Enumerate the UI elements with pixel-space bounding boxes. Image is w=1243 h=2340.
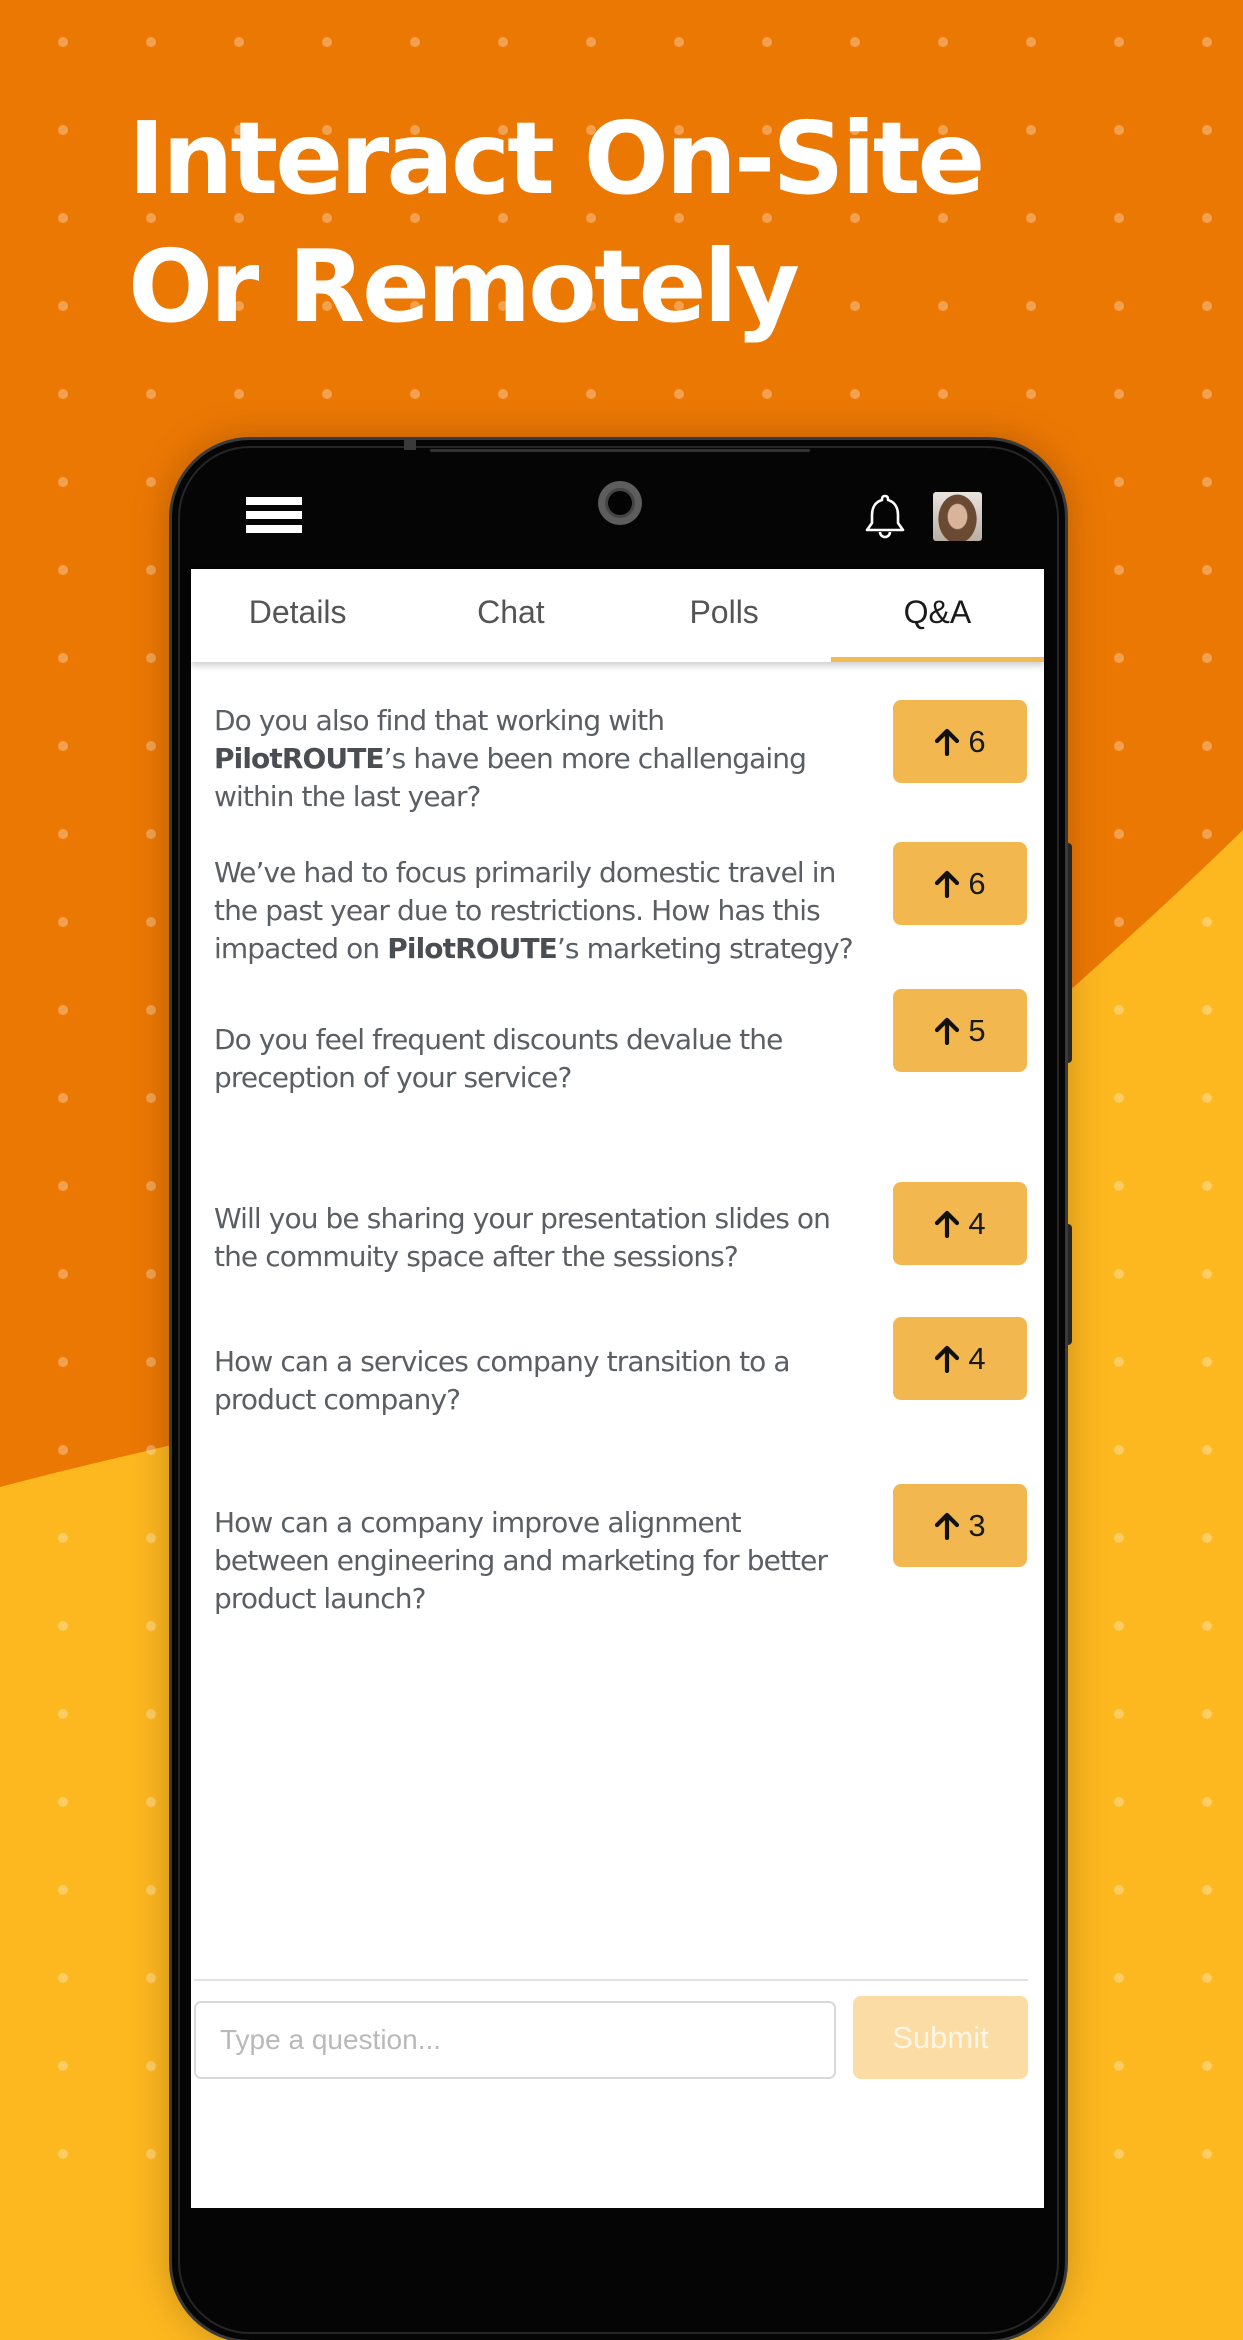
phone-speaker	[430, 449, 810, 452]
headline-line-2: Or Remotely	[128, 228, 800, 345]
tab-polls[interactable]: Polls	[618, 569, 831, 662]
question-text: How can a company improve alignment betw…	[214, 1504, 854, 1618]
vote-count: 6	[968, 865, 986, 901]
question-text-part: How can a company improve alignment betw…	[214, 1506, 828, 1615]
vote-count: 6	[968, 723, 986, 759]
phone-top-notch	[404, 440, 416, 450]
brand-name: PilotROUTE	[214, 742, 385, 775]
question-text-part: Do you feel frequent discounts devalue t…	[214, 1023, 783, 1094]
question-text-part: How can a services company transition to…	[214, 1345, 791, 1416]
tab-q-a[interactable]: Q&A	[830, 569, 1045, 662]
headline: Interact On-Site Or Remotely	[128, 95, 985, 351]
arrow-up-icon	[935, 1345, 960, 1373]
tab-chat[interactable]: Chat	[404, 569, 617, 662]
vote-count: 3	[968, 1507, 986, 1543]
bell-icon[interactable]	[864, 492, 906, 540]
vote-count: 4	[968, 1205, 986, 1241]
question-text-part: ’s marketing strategy?	[556, 932, 854, 965]
upvote-button[interactable]: 4	[893, 1317, 1027, 1400]
tab-bar: Details Chat Polls Q&A	[191, 569, 1045, 662]
question-text: Do you feel frequent discounts devalue t…	[214, 1021, 854, 1097]
upvote-button[interactable]: 6	[893, 700, 1027, 783]
phone-power-button	[1065, 1224, 1072, 1345]
arrow-up-icon	[935, 1210, 960, 1238]
upvote-button[interactable]: 4	[893, 1182, 1027, 1265]
user-avatar[interactable]	[933, 492, 982, 541]
tab-details[interactable]: Details	[191, 569, 404, 662]
composer-divider	[194, 1979, 1028, 1981]
upvote-button[interactable]: 5	[893, 989, 1027, 1072]
upvote-button[interactable]: 3	[893, 1484, 1027, 1567]
question-text: How can a services company transition to…	[214, 1343, 854, 1419]
hamburger-menu-icon[interactable]	[246, 497, 302, 533]
arrow-up-icon	[935, 728, 960, 756]
camera-icon	[598, 481, 642, 525]
question-text: Will you be sharing your presentation sl…	[214, 1200, 854, 1276]
app-screen: Details Chat Polls Q&A Do you also find tha…	[191, 569, 1045, 2208]
question-input[interactable]	[194, 2001, 836, 2079]
submit-button[interactable]: Submit	[853, 1996, 1028, 2079]
headline-line-1: Interact On-Site	[128, 100, 985, 217]
question-text-part: Do you also find that working with	[214, 704, 665, 737]
phone-volume-button	[1065, 843, 1072, 1063]
vote-count: 5	[968, 1012, 986, 1048]
vote-count: 4	[968, 1340, 986, 1376]
upvote-button[interactable]: 6	[893, 842, 1027, 925]
arrow-up-icon	[935, 1017, 960, 1045]
question-text: We’ve had to focus primarily domestic tr…	[214, 854, 854, 968]
arrow-up-icon	[935, 870, 960, 898]
question-text: Do you also find that working with Pilot…	[214, 702, 854, 816]
brand-name: PilotROUTE	[387, 932, 558, 965]
question-text-part: Will you be sharing your presentation sl…	[214, 1202, 831, 1273]
arrow-up-icon	[935, 1512, 960, 1540]
